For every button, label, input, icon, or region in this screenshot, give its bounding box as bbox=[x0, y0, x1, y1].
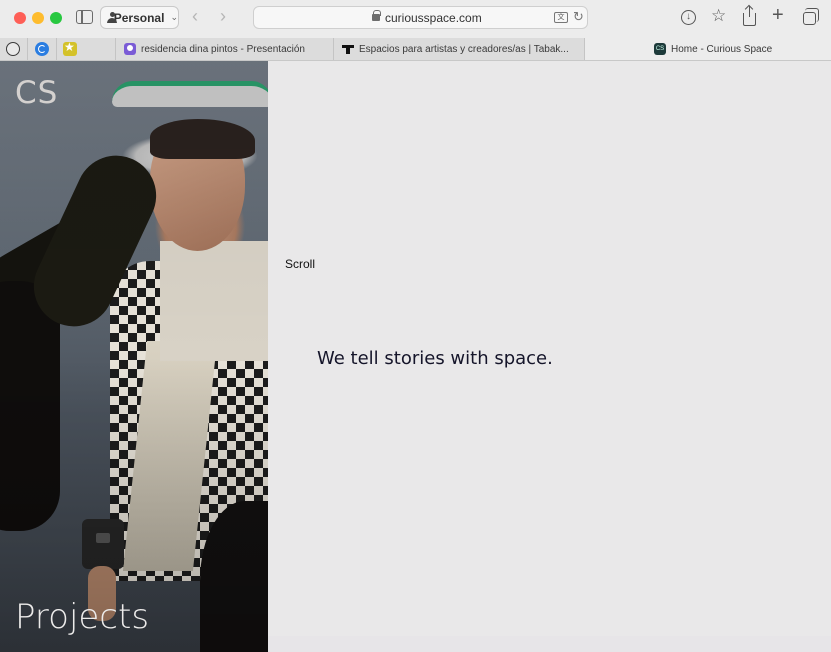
page-content: CS Projects Scroll We tell stories with … bbox=[0, 61, 831, 652]
tab-espacios[interactable]: Espacios para artistas y creadores/as | … bbox=[333, 38, 584, 60]
close-window-icon[interactable] bbox=[14, 12, 26, 24]
browser-toolbar: Personal ⌄ ‹ › curiousspace.com 文 ↻ ↓ ☆ … bbox=[0, 0, 831, 38]
bookmark-star-icon[interactable]: ☆ bbox=[711, 6, 726, 26]
address-url[interactable]: curiousspace.com bbox=[385, 11, 482, 25]
tagline: We tell stories with space. bbox=[317, 348, 553, 369]
profile-button[interactable]: Personal ⌄ bbox=[100, 6, 179, 29]
person-icon bbox=[107, 12, 117, 23]
tab-divider bbox=[27, 38, 28, 60]
scroll-label: Scroll bbox=[285, 257, 316, 271]
tab-favicon bbox=[342, 43, 354, 55]
profile-label: Personal bbox=[113, 10, 165, 25]
page-bottom-edge bbox=[268, 636, 831, 652]
tab-title: residencia dina pintos - Presentación bbox=[141, 43, 305, 55]
site-logo[interactable]: CS bbox=[15, 75, 58, 111]
projects-link[interactable]: Projects bbox=[15, 597, 149, 637]
tab-title: Espacios para artistas y creadores/as | … bbox=[359, 43, 569, 55]
translate-icon[interactable]: 文 bbox=[554, 12, 568, 23]
tab-residencia[interactable]: residencia dina pintos - Presentación bbox=[115, 38, 333, 60]
address-bar[interactable]: curiousspace.com 文 ↻ bbox=[253, 6, 588, 29]
tab-overview-icon[interactable] bbox=[803, 8, 819, 25]
download-icon[interactable]: ↓ bbox=[681, 10, 696, 25]
new-tab-icon[interactable]: + bbox=[772, 5, 784, 25]
tab-divider bbox=[56, 38, 57, 60]
hero-image[interactable]: CS Projects bbox=[0, 61, 268, 652]
share-icon[interactable] bbox=[743, 6, 756, 26]
forward-icon[interactable]: › bbox=[220, 6, 226, 26]
tab-favicon bbox=[124, 43, 136, 55]
pinned-tab-1[interactable] bbox=[6, 42, 20, 56]
pinned-tab-2[interactable] bbox=[35, 42, 49, 56]
tab-title: Home - Curious Space bbox=[671, 43, 773, 55]
pinned-tab-3[interactable] bbox=[63, 40, 77, 56]
lock-icon bbox=[372, 10, 381, 21]
tab-favicon: CS bbox=[654, 43, 666, 55]
chevron-down-icon: ⌄ bbox=[170, 12, 178, 22]
tab-curious-space[interactable]: CS Home - Curious Space bbox=[584, 38, 831, 60]
minimize-window-icon[interactable] bbox=[32, 12, 44, 24]
zoom-window-icon[interactable] bbox=[50, 12, 62, 24]
tab-strip: residencia dina pintos - Presentación Es… bbox=[0, 38, 831, 61]
hero-overlay bbox=[0, 61, 268, 652]
sidebar-icon[interactable] bbox=[76, 10, 93, 24]
reload-icon[interactable]: ↻ bbox=[573, 9, 584, 25]
back-icon[interactable]: ‹ bbox=[192, 6, 198, 26]
